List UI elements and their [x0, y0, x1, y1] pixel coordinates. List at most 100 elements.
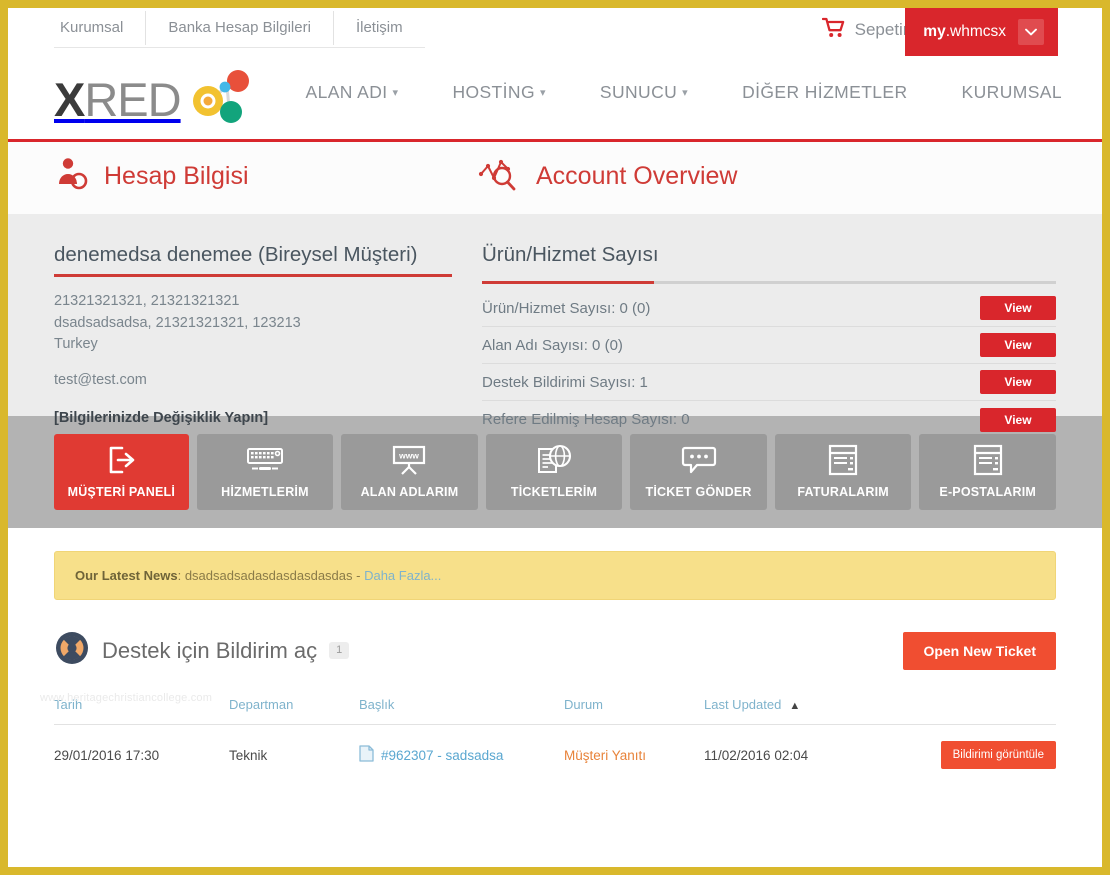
site-logo[interactable]: XRED [54, 68, 255, 130]
address-line: dsadsadsadsa, 21321321321, 123213 [54, 314, 301, 331]
chart-magnifier-icon [478, 156, 522, 197]
open-new-ticket-button[interactable]: Open New Ticket [903, 631, 1056, 670]
tile-label: ALAN ADLARIM [360, 485, 459, 499]
chevron-down-icon: ▾ [539, 87, 546, 99]
view-button[interactable]: View [980, 333, 1056, 358]
address-line: 21321321321, 21321321321 [54, 293, 240, 310]
cell-status: Müşteri Yanıtı [564, 725, 704, 770]
cell-department: Teknik [229, 747, 268, 763]
nav-label: KURUMSAL [961, 82, 1062, 102]
column-header-baslik[interactable]: Başlık [359, 697, 564, 725]
nav-label: DİĞER HİZMETLER [742, 82, 908, 102]
keyboard-icon [246, 443, 284, 477]
nav-item-alan-adi[interactable]: ALAN ADI ▾ [279, 82, 426, 103]
tile-label: FATURALARIM [797, 485, 889, 499]
primary-navigation: ALAN ADI ▾ HOSTİNG ▾ SUNUCU ▾ DİĞER HİZMETL… [279, 82, 1062, 103]
title-underline [54, 274, 452, 278]
tile-label: HİZMETLERİM [221, 485, 309, 499]
overview-row: Alan Adı Sayısı: 0 (0) View [482, 327, 1056, 365]
news-label: Our Latest News [75, 568, 178, 583]
main-nav-bar: XRED ALAN ADI ▾ HOSTİNG ▾ SUNUCU ▾ DİĞER… [8, 56, 1102, 142]
cell-subject: #962307 - sadsadsa [359, 725, 564, 770]
top-link-kurumsal[interactable]: Kurumsal [54, 10, 147, 45]
nav-item-hosting[interactable]: HOSTİNG ▾ [425, 82, 572, 103]
nav-item-kurumsal[interactable]: KURUMSAL [935, 82, 1062, 103]
logo-dots-icon [185, 68, 255, 130]
tile-e-postalarim[interactable]: E-POSTALARIM [919, 434, 1056, 510]
overview-rows: Ürün/Hizmet Sayısı: 0 (0) View Alan Adı … [482, 290, 1056, 438]
view-button[interactable]: View [980, 407, 1056, 432]
account-menu-button[interactable]: my.whmcsx [905, 8, 1058, 56]
account-details-column: denemedsa denemee (Bireysel Müşteri) 213… [54, 242, 468, 438]
news-more-link[interactable]: Daha Fazla... [364, 568, 441, 583]
logo-wordmark: XRED [54, 72, 182, 126]
overview-row: Ürün/Hizmet Sayısı: 0 (0) View [482, 290, 1056, 328]
cell-last-updated: 11/02/2016 02:04 [704, 747, 809, 763]
view-button[interactable]: View [980, 296, 1056, 321]
invoice-icon [828, 443, 858, 477]
tile-faturalarim[interactable]: FATURALARIM [774, 434, 912, 510]
tickets-header-row: Destek için Bildirim aç 1 Open New Ticke… [54, 630, 1056, 671]
tile-label: MÜŞTERİ PANELİ [67, 485, 176, 499]
cart-button[interactable]: Sepetim [821, 17, 917, 43]
column-header-last-updated[interactable]: Last Updated ▲ [704, 697, 864, 725]
overview-row-label: Refere Edilmiş Hesap Sayısı: 0 [482, 411, 690, 429]
overview-row: Refere Edilmiş Hesap Sayısı: 0 View [482, 401, 1056, 438]
section-headers: Hesap Bilgisi Account Overview [8, 142, 1102, 214]
section-header-account-overview: Account Overview [478, 156, 737, 197]
column-header-tarih[interactable]: Tarih [54, 697, 229, 725]
chevron-down-icon[interactable] [1018, 19, 1044, 45]
document-icon [359, 745, 374, 765]
overview-row-label: Ürün/Hizmet Sayısı: 0 (0) [482, 299, 651, 317]
logout-arrow-icon [105, 443, 137, 477]
tile-hizmetlerim[interactable]: HİZMETLERİM [196, 434, 334, 510]
cell-date: 29/01/2016 17:30 [54, 747, 160, 763]
news-dash: - [352, 568, 365, 583]
speech-bubble-icon [681, 443, 717, 477]
svg-text:www: www [399, 451, 420, 461]
lifebuoy-icon [54, 630, 90, 671]
tickets-heading: Destek için Bildirim aç 1 [54, 630, 350, 671]
chevron-down-icon: ▾ [392, 87, 399, 99]
tile-label: TİCKET GÖNDER [645, 485, 752, 499]
view-ticket-button[interactable]: Bildirimi görüntüle [940, 741, 1056, 769]
change-details-link[interactable]: [Bilgilerinizde Değişiklik Yapın] [54, 410, 452, 426]
page-frame: Kurumsal Banka Hesap Bilgileri İletişim … [8, 8, 1102, 867]
column-header-departman[interactable]: Departman [229, 697, 359, 725]
top-link-banka-hesap-bilgileri[interactable]: Banka Hesap Bilgileri [146, 10, 334, 45]
column-header-actions [864, 697, 1056, 725]
table-header-row: Tarih Departman Başlık Durum Last Update… [54, 697, 1056, 725]
nav-label: SUNUCU [599, 82, 678, 102]
ticket-subject-link[interactable]: #962307 - sadsadsa [359, 745, 503, 765]
tile-musteri-paneli[interactable]: MÜŞTERİ PANELİ [54, 434, 189, 510]
nav-item-sunucu[interactable]: SUNUCU ▾ [573, 82, 715, 103]
top-link-iletisim[interactable]: İletişim [334, 11, 425, 45]
account-email: test@test.com [54, 371, 147, 388]
nav-label: ALAN ADI [305, 82, 388, 102]
invoice-icon [973, 443, 1003, 477]
user-gear-icon [54, 156, 90, 197]
status-badge: Müşteri Yanıtı [564, 747, 647, 763]
section-title: Hesap Bilgisi [104, 162, 249, 190]
account-address: 21321321321, 21321321321 dsadsadsadsa, 2… [54, 291, 452, 355]
news-text: dsadsadsadasdasdasdasdas [184, 568, 353, 583]
address-line: Turkey [54, 336, 98, 353]
table-row: 29/01/2016 17:30 Teknik #962307 - sadsad… [54, 725, 1056, 770]
column-header-durum[interactable]: Durum [564, 697, 704, 725]
news-separator: : [177, 568, 185, 583]
news-banner-wrapper: Our Latest News: dsadsadsadasdasdasdasda… [8, 528, 1102, 600]
top-links: Kurumsal Banka Hesap Bilgileri İletişim [54, 8, 425, 48]
overview-column: Ürün/Hizmet Sayısı Ürün/Hizmet Sayısı: 0… [468, 242, 1056, 438]
ticket-subject-text: #962307 - sadsadsa [381, 747, 504, 763]
tile-ticket-gonder[interactable]: TİCKET GÖNDER [630, 434, 767, 510]
nav-label: HOSTİNG [452, 82, 535, 102]
tile-label: TİCKETLERİM [510, 485, 598, 499]
tile-alan-adlarim[interactable]: www ALAN ADLARIM [341, 434, 478, 510]
tile-ticketlerim[interactable]: TİCKETLERİM [485, 434, 623, 510]
nav-item-diger-hizmetler[interactable]: DİĞER HİZMETLER [715, 82, 934, 103]
view-button[interactable]: View [980, 370, 1056, 395]
tickets-title: Destek için Bildirim aç [102, 637, 318, 663]
tickets-section: Destek için Bildirim aç 1 Open New Ticke… [8, 600, 1102, 769]
top-utility-bar: Kurumsal Banka Hesap Bilgileri İletişim … [8, 8, 1102, 56]
overview-row: Destek Bildirimi Sayısı: 1 View [482, 364, 1056, 402]
